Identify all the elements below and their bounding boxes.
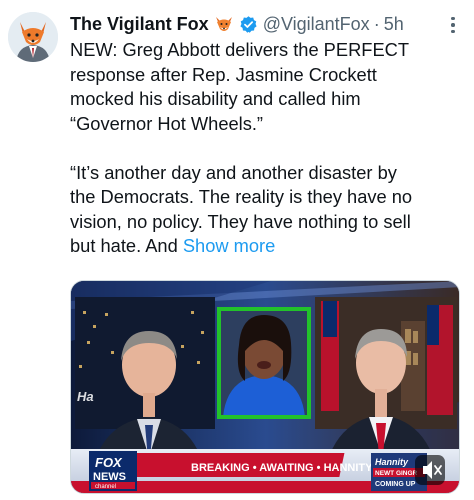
- tweet-last-line: but hate. And Show more: [70, 234, 465, 259]
- tweet-timestamp[interactable]: 5h: [384, 14, 404, 35]
- tweet-video[interactable]: Ha BREAKING • AWAITING • HANNITY FOX NEW…: [70, 280, 460, 494]
- show-more-link[interactable]: Show more: [183, 235, 275, 256]
- author-name[interactable]: The Vigilant Fox: [70, 14, 209, 35]
- tweet-quote-line: the Democrats. The reality is they have …: [70, 186, 413, 207]
- svg-text:Hannity: Hannity: [375, 457, 409, 467]
- svg-text:COMING UP: COMING UP: [375, 481, 416, 488]
- chyron-text: BREAKING • AWAITING • HANNITY: [191, 462, 373, 474]
- verified-badge-icon: [239, 15, 258, 34]
- svg-text:NEWS: NEWS: [93, 471, 126, 483]
- fox-avatar-icon: [8, 12, 58, 62]
- tweet-quote-line: “It’s another day and another disaster b…: [70, 161, 397, 183]
- tweet-text-line: “Governor Hot Wheels.”: [70, 112, 264, 134]
- tweet-header: The Vigilant Fox @VigilantFox · 5h: [70, 12, 404, 36]
- tweet-text-line: mocked his disability and called him: [70, 88, 361, 109]
- header-separator: ·: [373, 13, 380, 34]
- author-handle[interactable]: @VigilantFox: [263, 14, 370, 35]
- author-avatar[interactable]: [8, 12, 58, 62]
- tweet-text-fragment: but hate. And: [70, 235, 183, 256]
- fox-news-logo: FOX NEWS channel: [89, 451, 137, 491]
- svg-text:Ha: Ha: [77, 389, 94, 404]
- more-options-icon[interactable]: [440, 12, 466, 38]
- svg-text:NEWT GINGR: NEWT GINGR: [375, 470, 418, 477]
- tweet-text-line: response after Rep. Jasmine Crockett: [70, 63, 377, 85]
- svg-text:channel: channel: [95, 484, 116, 490]
- svg-text:FOX: FOX: [95, 455, 123, 470]
- fox-emoji-icon: [214, 14, 234, 34]
- mute-icon[interactable]: [415, 455, 445, 485]
- tweet-text-line: NEW: Greg Abbott delivers the PERFECT: [70, 39, 410, 60]
- tweet-quote-line: vision, no policy. They have nothing to …: [70, 210, 411, 232]
- tweet-body: NEW: Greg Abbott delivers the PERFECT re…: [70, 38, 465, 259]
